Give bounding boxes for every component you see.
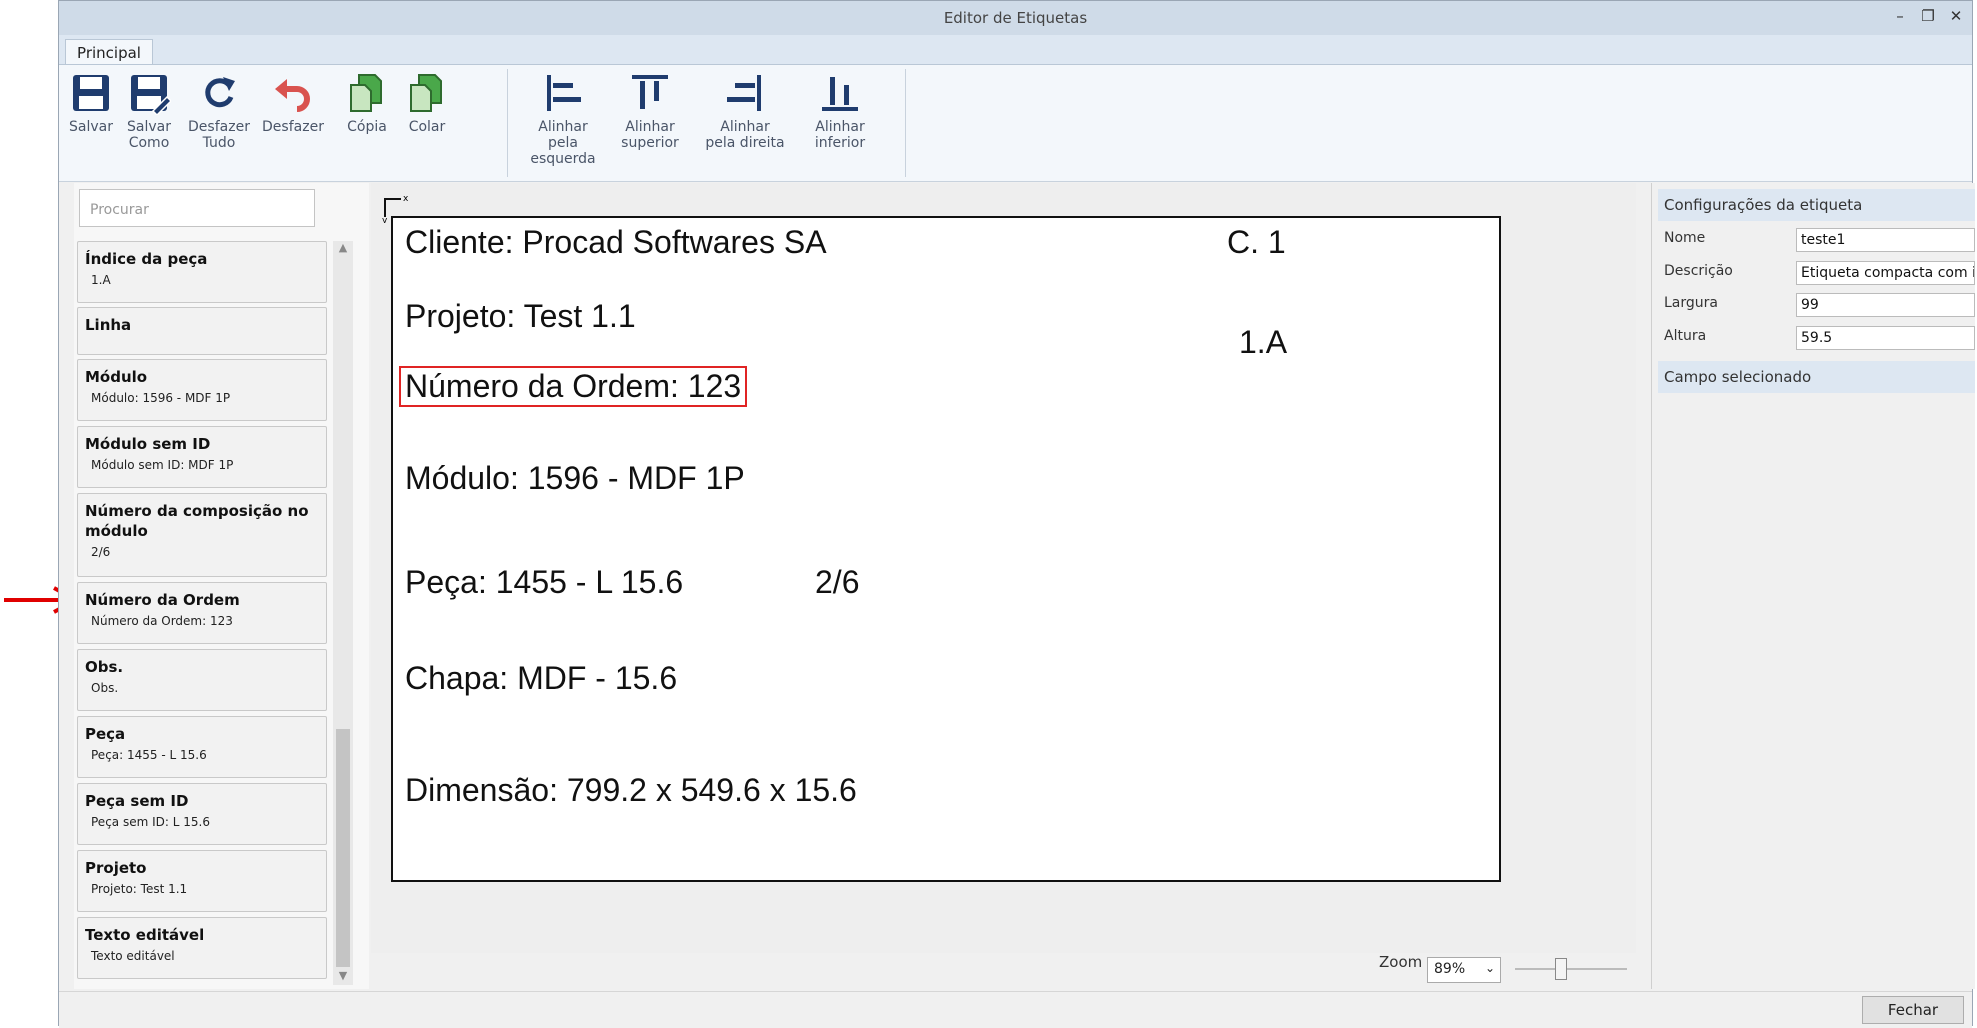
label-field-cliente[interactable]: Cliente: Procad Softwares SA [405, 224, 827, 261]
field-list-scrollbar[interactable]: ▲ ▼ [333, 241, 353, 985]
selected-field-header: Campo selecionado [1658, 361, 1975, 393]
properties-panel: Configurações da etiqueta Nome teste1 De… [1651, 183, 1975, 989]
align-right-icon [727, 75, 761, 111]
altura-field[interactable]: 59.5 [1796, 326, 1975, 350]
field-list-panel: Procurar Índice da peça 1.A Linha Módulo… [74, 183, 369, 989]
label-field-composicao[interactable]: 2/6 [815, 564, 859, 601]
save-as-icon [131, 75, 171, 115]
scroll-up-icon[interactable]: ▲ [333, 241, 353, 257]
label-field-projeto[interactable]: Projeto: Test 1.1 [405, 298, 636, 335]
window-title: Editor de Etiquetas [943, 9, 1088, 27]
align-bottom-icon [822, 77, 858, 111]
align-top-button[interactable]: Alinhar superior [615, 71, 685, 151]
align-right-button[interactable]: Alinhar pela direita [697, 71, 793, 151]
label-field-ordem-selected[interactable]: Número da Ordem: 123 [399, 366, 748, 407]
zoom-label: Zoom [1379, 953, 1423, 971]
minimize-icon[interactable]: – [1890, 6, 1910, 26]
title-bar: Editor de Etiquetas – ❐ ✕ [59, 1, 1972, 36]
close-button[interactable]: Fechar [1862, 996, 1964, 1024]
label-field-chapa[interactable]: Chapa: MDF - 15.6 [405, 660, 677, 697]
undo-icon [275, 79, 310, 112]
largura-label: Largura [1664, 295, 1718, 311]
zoom-slider-handle[interactable] [1555, 958, 1567, 980]
undo-button[interactable]: Desfazer [261, 71, 325, 135]
paste-icon [410, 74, 442, 112]
label-field-c1[interactable]: C. 1 [1227, 224, 1286, 261]
list-item-modulo-sem-id[interactable]: Módulo sem ID Módulo sem ID: MDF 1P [77, 426, 327, 488]
close-icon[interactable]: ✕ [1946, 6, 1966, 26]
align-left-icon [547, 75, 581, 111]
list-item-modulo[interactable]: Módulo Módulo: 1596 - MDF 1P [77, 359, 327, 421]
copy-button[interactable]: Cópia [345, 71, 389, 135]
label-field-dimensao[interactable]: Dimensão: 799.2 x 549.6 x 15.6 [405, 772, 857, 809]
svg-text:y: y [382, 216, 388, 223]
nome-field[interactable]: teste1 [1796, 228, 1975, 252]
undo-all-icon [205, 77, 235, 108]
nome-label: Nome [1664, 230, 1706, 246]
search-input[interactable]: Procurar [79, 189, 315, 227]
zoom-select[interactable]: 89% ⌄ [1427, 957, 1501, 983]
label-editor-window: Editor de Etiquetas – ❐ ✕ Principal Salv… [58, 0, 1975, 1028]
zoom-slider[interactable] [1515, 958, 1627, 980]
ribbon: Salvar Salvar Como Desfazer Tudo Desfaze… [59, 64, 1972, 182]
list-item-projeto[interactable]: Projeto Projeto: Test 1.1 [77, 850, 327, 912]
descricao-label: Descrição [1664, 263, 1733, 279]
altura-label: Altura [1664, 328, 1707, 344]
label-field-indice[interactable]: 1.A [1239, 324, 1287, 361]
align-top-icon [632, 75, 668, 109]
save-as-button[interactable]: Salvar Como [121, 71, 177, 151]
list-item-obs[interactable]: Obs. Obs. [77, 649, 327, 711]
chevron-down-icon: ⌄ [1484, 961, 1495, 975]
scrollbar-thumb[interactable] [336, 729, 350, 967]
label-preview: Cliente: Procad Softwares SA C. 1 Projet… [391, 216, 1501, 882]
list-item-numero-composicao[interactable]: Número da composição no módulo 2/6 [77, 493, 327, 577]
paste-button[interactable]: Colar [405, 71, 449, 135]
footer-bar: Fechar [59, 991, 1972, 1028]
descricao-field[interactable]: Etiqueta compacta com informações [1796, 261, 1975, 285]
label-field-modulo[interactable]: Módulo: 1596 - MDF 1P [405, 460, 745, 497]
save-icon [73, 75, 109, 111]
list-item-texto-editavel[interactable]: Texto editável Texto editável [77, 917, 327, 979]
list-item-linha[interactable]: Linha [77, 307, 327, 355]
align-left-button[interactable]: Alinhar pela esquerda [515, 71, 611, 167]
largura-field[interactable]: 99 [1796, 293, 1975, 317]
tab-principal[interactable]: Principal [65, 39, 153, 65]
svg-text:x: x [403, 194, 409, 204]
restore-icon[interactable]: ❐ [1918, 6, 1938, 26]
copy-icon [350, 74, 382, 112]
label-settings-header: Configurações da etiqueta [1658, 189, 1975, 221]
align-bottom-button[interactable]: Alinhar inferior [805, 71, 875, 151]
ribbon-separator [905, 69, 906, 177]
list-item-peca[interactable]: Peça Peça: 1455 - L 15.6 [77, 716, 327, 778]
ribbon-separator [507, 69, 508, 177]
list-item-indice-peca[interactable]: Índice da peça 1.A [77, 241, 327, 303]
list-item-peca-sem-id[interactable]: Peça sem ID Peça sem ID: L 15.6 [77, 783, 327, 845]
scroll-down-icon[interactable]: ▼ [333, 969, 353, 985]
list-item-numero-ordem[interactable]: Número da Ordem Número da Ordem: 123 [77, 582, 327, 644]
ribbon-tabs: Principal [59, 35, 1972, 65]
undo-all-button[interactable]: Desfazer Tudo [187, 71, 251, 151]
save-button[interactable]: Salvar [69, 71, 113, 135]
label-field-peca[interactable]: Peça: 1455 - L 15.6 [405, 564, 683, 601]
